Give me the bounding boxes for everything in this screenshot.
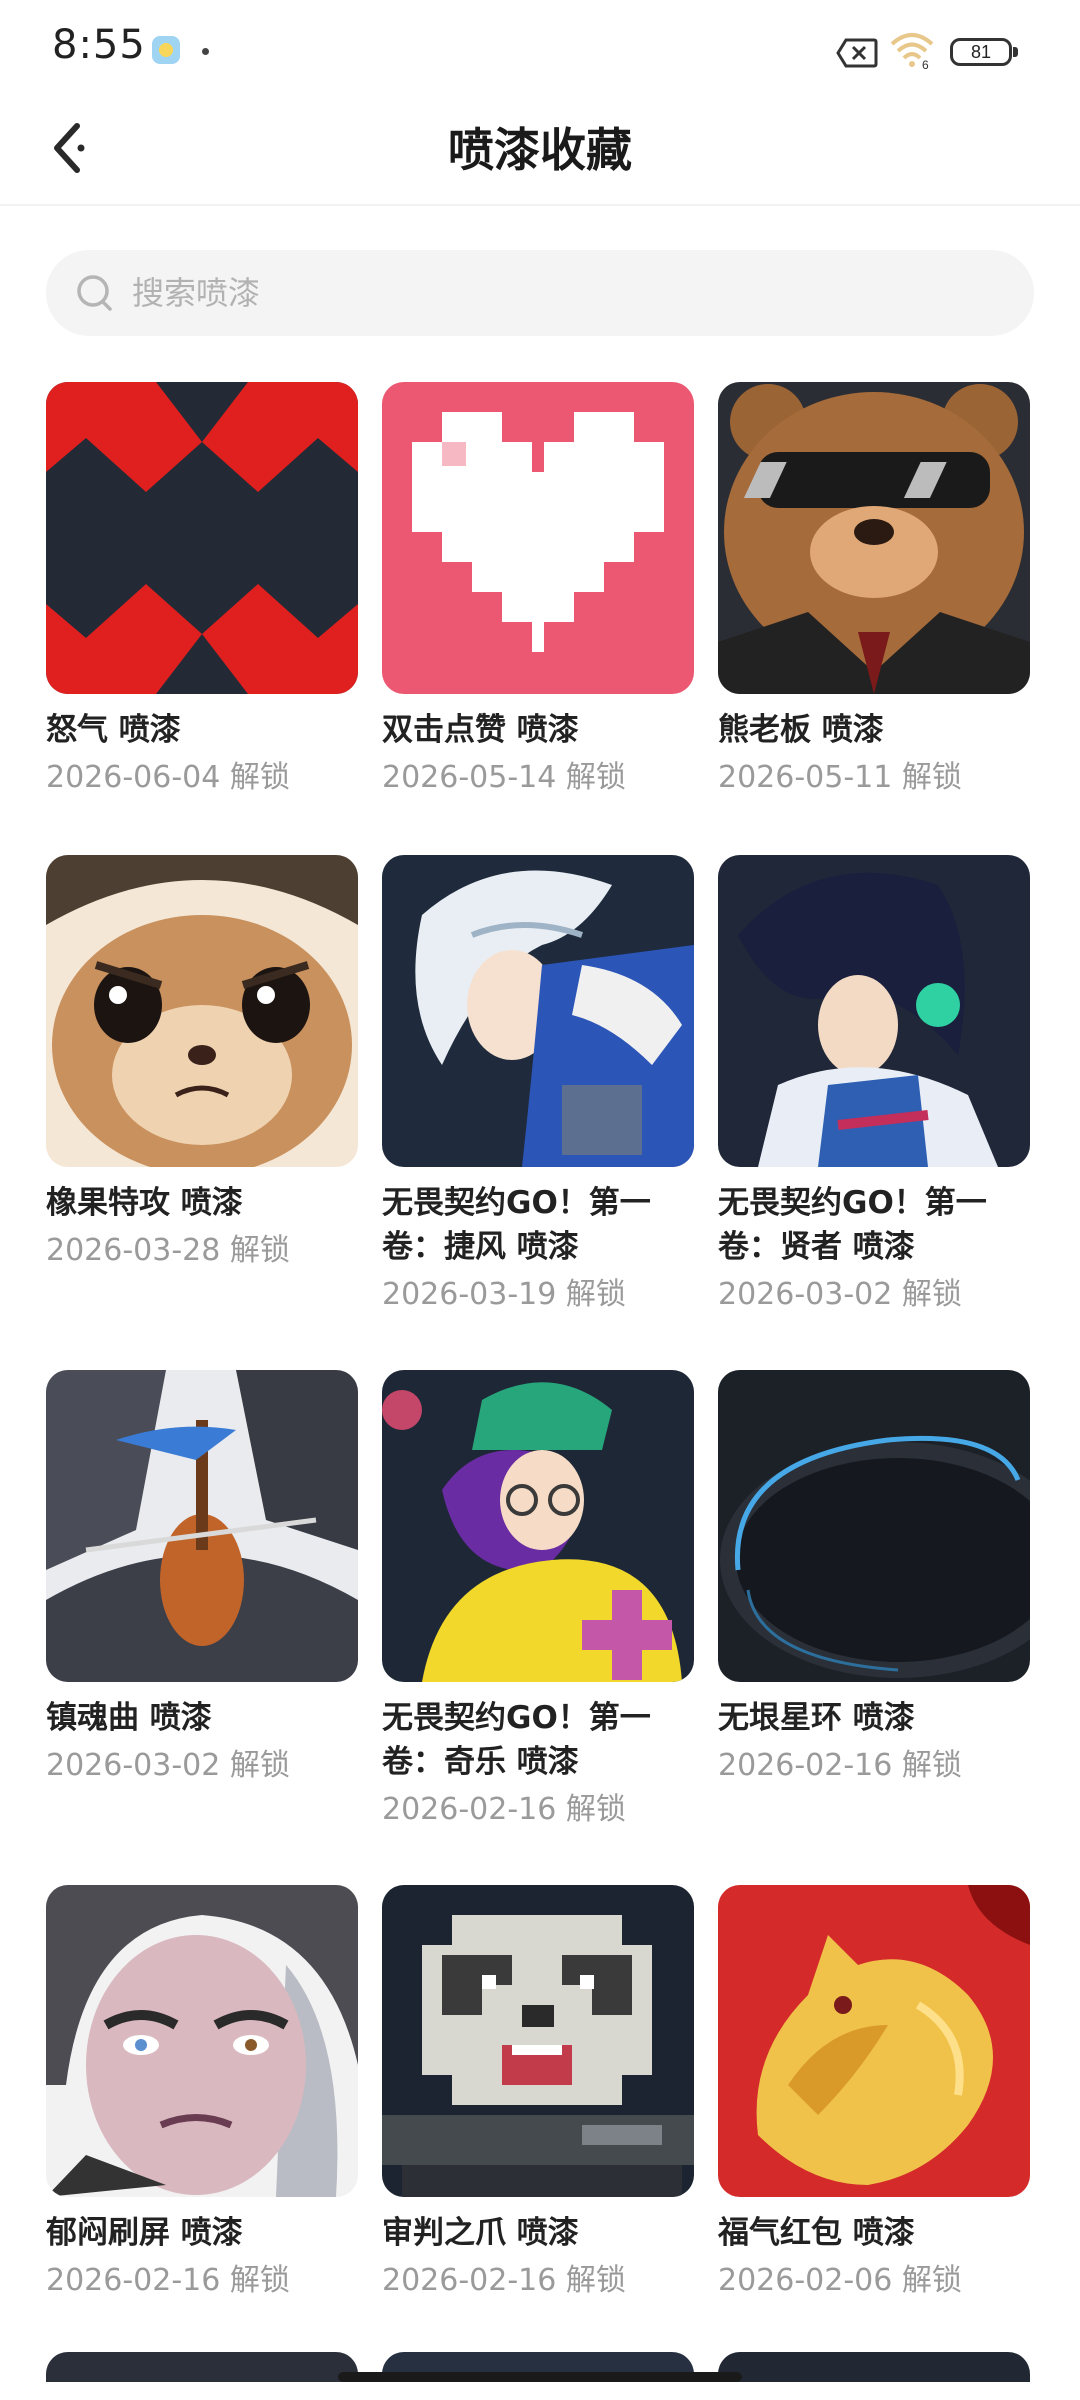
spray-card[interactable]: 镇魂曲 喷漆 2026-03-02 解锁 [46, 1370, 358, 1786]
notification-dot-icon [202, 48, 209, 55]
golden-horse-spray-icon [718, 1885, 1030, 2197]
red-x-spray-icon [46, 382, 358, 694]
pixel-sloth-spray-icon [382, 1885, 694, 2197]
spray-name: 无畏契约GO！第一卷：捷风 喷漆 [382, 1185, 651, 1265]
spray-name: 郁闷刷屏 喷漆 [46, 2215, 243, 2251]
unlock-date: 2026-03-02 解锁 [718, 1277, 962, 1312]
spray-name: 橡果特攻 喷漆 [46, 1185, 243, 1221]
status-bar: 8:55 6 81 [0, 0, 1080, 96]
search-icon [77, 275, 112, 311]
spray-card[interactable]: 熊老板 喷漆 2026-05-11 解锁 [718, 382, 1030, 798]
page-title: 喷漆收藏 [448, 123, 632, 177]
unlock-date: 2026-02-16 解锁 [718, 1748, 962, 1783]
unlock-date: 2026-03-02 解锁 [46, 1748, 290, 1783]
spray-thumbnail [46, 2352, 358, 2382]
unlock-date: 2026-02-16 解锁 [382, 1792, 626, 1827]
ring-spray-icon [718, 1370, 1030, 1682]
unlock-date: 2026-02-16 解锁 [382, 2263, 626, 2298]
spray-name: 无畏契约GO！第一卷：贤者 喷漆 [718, 1185, 987, 1265]
spray-name: 无垠星环 喷漆 [718, 1700, 915, 1736]
violin-spray-icon [46, 1370, 358, 1682]
bear-sunglasses-spray-icon [718, 382, 1030, 694]
status-time: 8:55 [52, 22, 146, 68]
spray-name: 镇魂曲 喷漆 [46, 1700, 212, 1736]
sim-off-icon [836, 38, 878, 68]
spray-name: 审判之爪 喷漆 [382, 2215, 579, 2251]
unlock-date: 2026-02-06 解锁 [718, 2263, 962, 2298]
jett-spray-icon [382, 855, 694, 1167]
spray-card[interactable]: 怒气 喷漆 2026-06-04 解锁 [46, 382, 358, 798]
spray-thumbnail [718, 2352, 1030, 2382]
spray-card[interactable]: 审判之爪 喷漆 2026-02-16 解锁 [382, 1885, 694, 2301]
spray-card[interactable]: 无畏契约GO！第一卷：贤者 喷漆 2026-03-02 解锁 [718, 855, 1030, 1315]
unlock-date: 2026-06-04 解锁 [46, 760, 290, 795]
spray-card[interactable]: 福气红包 喷漆 2026-02-06 解锁 [718, 1885, 1030, 2301]
grumpy-face-spray-icon [46, 1885, 358, 2197]
unlock-date: 2026-03-19 解锁 [382, 1277, 626, 1312]
spray-name: 熊老板 喷漆 [718, 712, 884, 748]
top-nav-bar: 喷漆收藏 [0, 96, 1080, 206]
search-bar[interactable] [46, 250, 1034, 336]
unlock-date: 2026-03-28 解锁 [46, 1233, 290, 1268]
spray-card[interactable]: 双击点赞 喷漆 2026-05-14 解锁 [382, 382, 694, 798]
spray-card[interactable]: 无畏契约GO！第一卷：捷风 喷漆 2026-03-19 解锁 [382, 855, 694, 1315]
pixel-heart-spray-icon [382, 382, 694, 694]
unlock-date: 2026-05-14 解锁 [382, 760, 626, 795]
spray-name: 怒气 喷漆 [46, 712, 181, 748]
battery-indicator: 81 [950, 38, 1018, 66]
spray-name: 无畏契约GO！第一卷：奇乐 喷漆 [382, 1700, 651, 1780]
battery-level: 81 [970, 42, 992, 62]
spray-card[interactable]: 橡果特攻 喷漆 2026-03-28 解锁 [46, 855, 358, 1271]
search-input[interactable] [132, 274, 992, 312]
spray-name: 双击点赞 喷漆 [382, 712, 579, 748]
killjoy-spray-icon [382, 1370, 694, 1682]
sage-spray-icon [718, 855, 1030, 1167]
unlock-date: 2026-05-11 解锁 [718, 760, 962, 795]
spray-card[interactable]: 无垠星环 喷漆 2026-02-16 解锁 [718, 1370, 1030, 1786]
wifi-label: 6 [922, 58, 929, 70]
spray-name: 福气红包 喷漆 [718, 2215, 915, 2251]
spray-card[interactable]: 无畏契约GO！第一卷：奇乐 喷漆 2026-02-16 解锁 [382, 1370, 694, 1830]
wifi-icon: 6 [890, 33, 934, 70]
spray-card-partial[interactable] [46, 2352, 358, 2382]
spray-card-partial[interactable] [718, 2352, 1030, 2382]
unlock-date: 2026-02-16 解锁 [46, 2263, 290, 2298]
notification-app-icon [152, 36, 180, 64]
spray-card[interactable]: 郁闷刷屏 喷漆 2026-02-16 解锁 [46, 1885, 358, 2301]
home-indicator[interactable] [338, 2372, 742, 2382]
squirrel-spray-icon [46, 855, 358, 1167]
